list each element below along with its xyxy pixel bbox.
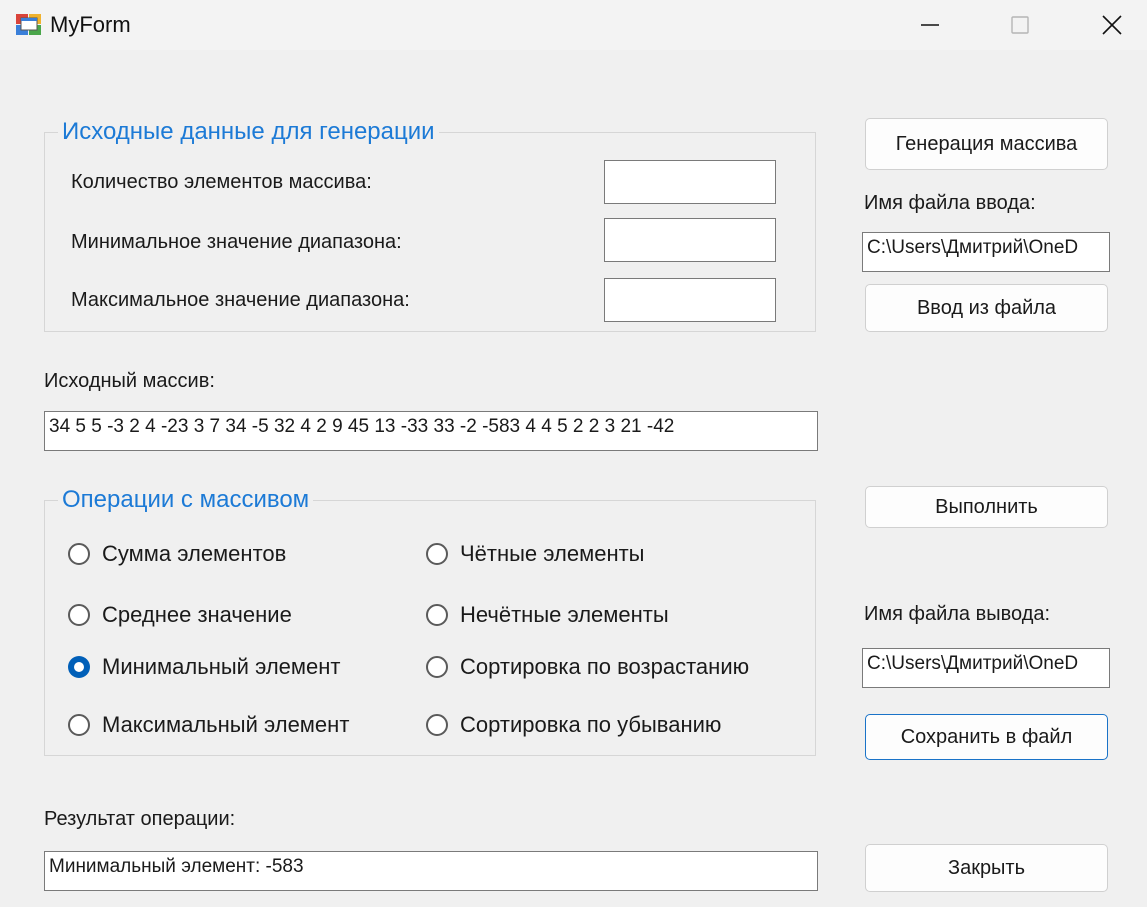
load-from-file-button[interactable]: Ввод из файла	[865, 284, 1108, 332]
input-file-label: Имя файла ввода:	[864, 192, 1036, 214]
title-bar: MyForm	[0, 0, 1147, 50]
count-input[interactable]	[604, 160, 776, 204]
generation-group-title: Исходные данные для генерации	[58, 118, 439, 146]
radio-button-circle[interactable]	[426, 656, 448, 678]
min-input[interactable]	[604, 218, 776, 262]
radio-min[interactable]: Минимальный элемент	[68, 654, 340, 680]
radio-label: Сортировка по возрастанию	[460, 654, 750, 679]
generate-array-button[interactable]: Генерация массива	[865, 118, 1108, 170]
operations-group-title: Операции с массивом	[58, 486, 314, 514]
max-input[interactable]	[604, 278, 776, 322]
radio-button-circle[interactable]	[68, 604, 90, 626]
radio-button-circle-checked[interactable]	[68, 656, 90, 678]
radio-button-circle[interactable]	[426, 604, 448, 626]
radio-button-circle[interactable]	[68, 543, 90, 565]
output-file-field[interactable]: C:\Users\Дмитрий\OneD	[862, 648, 1110, 688]
app-icon	[15, 12, 43, 36]
radio-label: Сумма элементов	[102, 541, 287, 566]
radio-sum[interactable]: Сумма элементов	[68, 541, 286, 567]
window-title: MyForm	[50, 12, 131, 37]
radio-label: Сортировка по убыванию	[460, 712, 722, 737]
output-file-label: Имя файла вывода:	[864, 603, 1051, 625]
source-array-field[interactable]: 34 5 5 -3 2 4 -23 3 7 34 -5 32 4 2 9 45 …	[44, 411, 818, 451]
radio-label: Чётные элементы	[460, 541, 645, 566]
radio-label: Нечётные элементы	[460, 602, 669, 627]
input-file-field[interactable]: C:\Users\Дмитрий\OneD	[862, 232, 1110, 272]
radio-sort-desc[interactable]: Сортировка по убыванию	[426, 712, 721, 738]
max-label: Максимальное значение диапазона:	[71, 289, 410, 311]
result-field[interactable]: Минимальный элемент: -583	[44, 851, 818, 891]
radio-label: Среднее значение	[102, 602, 292, 627]
minimize-button[interactable]	[885, 0, 975, 50]
save-to-file-button[interactable]: Сохранить в файл	[865, 714, 1108, 760]
close-window-button[interactable]	[1067, 0, 1147, 50]
radio-average[interactable]: Среднее значение	[68, 602, 292, 628]
min-label: Минимальное значение диапазона:	[71, 231, 402, 253]
execute-button[interactable]: Выполнить	[865, 486, 1108, 528]
result-label: Результат операции:	[44, 808, 236, 830]
count-label: Количество элементов массива:	[71, 171, 372, 193]
radio-button-circle[interactable]	[426, 543, 448, 565]
radio-label: Максимальный элемент	[102, 712, 350, 737]
source-array-label: Исходный массив:	[44, 370, 215, 392]
radio-sort-asc[interactable]: Сортировка по возрастанию	[426, 654, 749, 680]
radio-label: Минимальный элемент	[102, 654, 341, 679]
radio-even[interactable]: Чётные элементы	[426, 541, 645, 567]
radio-button-circle[interactable]	[68, 714, 90, 736]
radio-max[interactable]: Максимальный элемент	[68, 712, 349, 738]
maximize-button[interactable]	[975, 0, 1065, 50]
radio-odd[interactable]: Нечётные элементы	[426, 602, 669, 628]
close-button[interactable]: Закрыть	[865, 844, 1108, 892]
radio-button-circle[interactable]	[426, 714, 448, 736]
